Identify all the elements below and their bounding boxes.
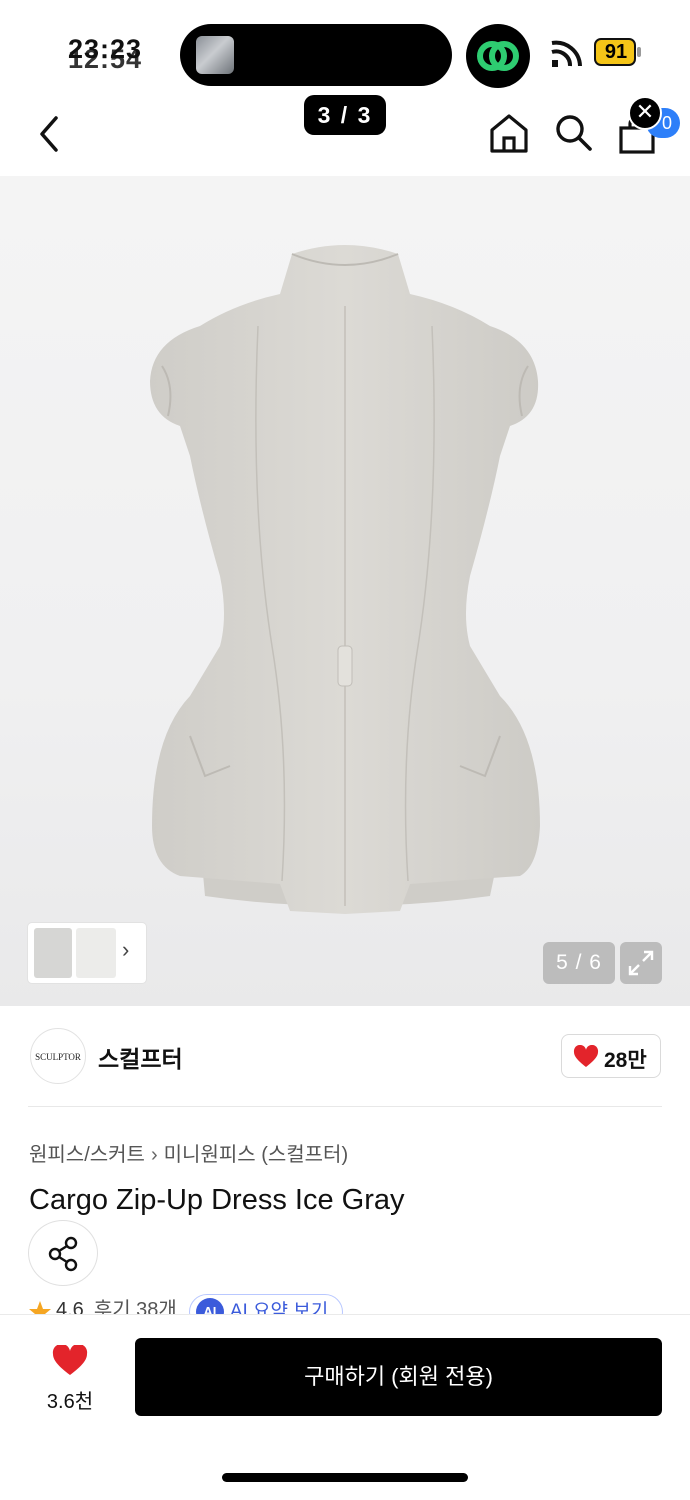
brand-logo[interactable]: SCULPTOR	[30, 1028, 86, 1084]
search-icon[interactable]	[553, 112, 593, 152]
wish-count: 3.6천	[46, 1391, 94, 1413]
share-icon	[48, 1236, 78, 1272]
thumbnail-image[interactable]	[34, 928, 72, 978]
status-time-overlay: 12:54	[68, 44, 143, 74]
dynamic-island[interactable]	[180, 24, 452, 86]
share-button[interactable]	[28, 1220, 98, 1286]
top-nav: 3 / 3 0 ✕	[0, 92, 690, 176]
back-icon[interactable]	[34, 112, 66, 156]
divider	[28, 1106, 662, 1107]
brand-name[interactable]: 스컬프터	[98, 1040, 183, 1074]
thumbnail-strip[interactable]: ›	[28, 923, 146, 983]
thumbnail-image[interactable]	[76, 928, 116, 978]
breadcrumb-separator: ›	[150, 1144, 158, 1166]
heart-icon[interactable]	[52, 1345, 88, 1377]
bottom-action-bar: 3.6천 구매하기 (회원 전용)	[0, 1314, 690, 1500]
brand-like-count: 28만	[604, 1049, 647, 1072]
home-icon[interactable]	[488, 112, 530, 154]
breadcrumb: 원피스/스커트 › 미니원피스 (스컬프터)	[29, 1138, 348, 1167]
heart-icon	[573, 1045, 599, 1067]
breadcrumb-item[interactable]: 원피스/스커트	[29, 1144, 145, 1166]
product-title: Cargo Zip-Up Dress Ice Gray	[29, 1184, 405, 1216]
battery-icon: 91	[594, 38, 642, 66]
wifi-icon	[551, 40, 582, 67]
link-icon[interactable]	[466, 24, 530, 88]
breadcrumb-item[interactable]: 미니원피스 (스컬프터)	[164, 1144, 348, 1166]
battery-level: 91	[604, 41, 628, 63]
buy-button[interactable]: 구매하기 (회원 전용)	[135, 1338, 662, 1416]
image-counter: 5 / 6	[543, 942, 615, 984]
product-image[interactable]: › 5 / 6	[0, 176, 690, 1006]
image-pager: 3 / 3	[304, 95, 386, 135]
brand-like-button[interactable]: 28만	[561, 1034, 661, 1078]
close-icon[interactable]: ✕	[628, 96, 662, 130]
expand-icon[interactable]	[620, 942, 662, 984]
home-indicator[interactable]	[222, 1473, 468, 1482]
chevron-right-icon[interactable]: ›	[122, 937, 129, 963]
dress-photo	[150, 245, 540, 914]
status-bar: 23:23 12:54 91	[0, 0, 690, 92]
island-thumbnail	[196, 36, 234, 74]
